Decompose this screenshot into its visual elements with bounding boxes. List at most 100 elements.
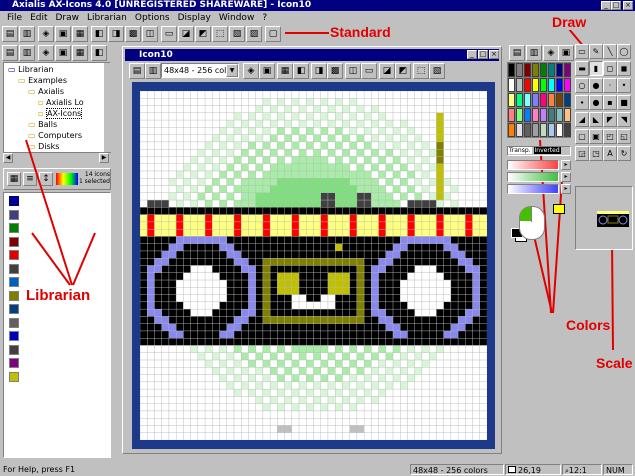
- palette-swatch[interactable]: [540, 93, 547, 107]
- right-color-swatch[interactable]: [553, 204, 565, 214]
- draw-tool-button[interactable]: ●: [589, 95, 603, 110]
- draw-tool-button[interactable]: ▣: [589, 129, 603, 144]
- draw-tool-button[interactable]: ◳: [589, 146, 603, 161]
- palette-swatch[interactable]: [532, 108, 539, 122]
- format-select[interactable]: 48x48 - 256 colors ▼: [161, 63, 239, 78]
- document-button-3[interactable]: ◈: [243, 63, 259, 79]
- doc-minimize-button[interactable]: _: [467, 50, 477, 59]
- palette-swatch[interactable]: [532, 93, 539, 107]
- palette-swatch[interactable]: [524, 78, 531, 92]
- color-slider[interactable]: [507, 184, 559, 194]
- draw-tool-button[interactable]: ▢: [575, 129, 589, 144]
- palette-swatch[interactable]: [540, 78, 547, 92]
- palette-swatch[interactable]: [532, 78, 539, 92]
- draw-tool-button[interactable]: ▮: [589, 61, 603, 76]
- draw-tool-button[interactable]: ▪: [603, 95, 617, 110]
- draw-tool-button[interactable]: ◤: [603, 112, 617, 127]
- draw-tool-button[interactable]: ◰: [603, 129, 617, 144]
- document-button-10[interactable]: ▭: [361, 63, 377, 79]
- pixel-art[interactable]: [139, 90, 488, 441]
- draw-tool-button[interactable]: ◼: [617, 61, 631, 76]
- draw-tool-button[interactable]: ∙: [575, 95, 589, 110]
- colors-button-4[interactable]: ▣: [558, 45, 574, 61]
- pixel-editor-grid[interactable]: [139, 90, 488, 441]
- palette-swatch[interactable]: [556, 123, 563, 137]
- palette-swatch[interactable]: [540, 63, 547, 77]
- colors-button-2[interactable]: ▥: [526, 45, 542, 61]
- draw-tool-button[interactable]: •: [617, 78, 631, 93]
- palette-swatch[interactable]: [564, 78, 571, 92]
- draw-tool-button[interactable]: ■: [617, 95, 631, 110]
- document-button-11[interactable]: ◪: [379, 63, 395, 79]
- palette-swatch[interactable]: [532, 63, 539, 77]
- palette-swatch[interactable]: [548, 93, 555, 107]
- document-button-2[interactable]: ▥: [145, 63, 161, 79]
- palette-swatch[interactable]: [564, 93, 571, 107]
- palette-swatch[interactable]: [516, 123, 523, 137]
- palette-swatch[interactable]: [564, 108, 571, 122]
- palette-swatch[interactable]: [532, 123, 539, 137]
- document-button-5[interactable]: ▦: [277, 63, 293, 79]
- palette-swatch[interactable]: [548, 78, 555, 92]
- palette-swatch[interactable]: [516, 108, 523, 122]
- document-button-8[interactable]: ▩: [327, 63, 343, 79]
- palette-swatch[interactable]: [556, 78, 563, 92]
- palette-swatch[interactable]: [508, 93, 515, 107]
- palette-swatch[interactable]: [548, 123, 555, 137]
- document-button-4[interactable]: ▣: [259, 63, 275, 79]
- document-button-12[interactable]: ◩: [395, 63, 411, 79]
- draw-tool-button[interactable]: ◢: [575, 112, 589, 127]
- palette-swatch[interactable]: [516, 93, 523, 107]
- color-slider[interactable]: [507, 160, 559, 170]
- palette-swatch[interactable]: [508, 63, 515, 77]
- draw-tool-button[interactable]: ○: [575, 78, 589, 93]
- document-button-14[interactable]: ▧: [429, 63, 445, 79]
- draw-tool-button[interactable]: ◲: [575, 146, 589, 161]
- palette-swatch[interactable]: [516, 63, 523, 77]
- palette-swatch[interactable]: [548, 63, 555, 77]
- color-slider[interactable]: [507, 172, 559, 182]
- draw-tool-button[interactable]: ▬: [575, 61, 589, 76]
- palette-swatch[interactable]: [524, 123, 531, 137]
- draw-tool-button[interactable]: ◯: [617, 44, 631, 59]
- palette-swatch[interactable]: [564, 123, 571, 137]
- slider-arrow[interactable]: ▸: [561, 160, 571, 170]
- draw-tool-button[interactable]: ◱: [617, 129, 631, 144]
- draw-tool-button[interactable]: A: [603, 146, 617, 161]
- slider-arrow[interactable]: ▸: [561, 184, 571, 194]
- palette-swatch[interactable]: [508, 78, 515, 92]
- doc-maximize-button[interactable]: □: [478, 50, 488, 59]
- draw-tool-button[interactable]: ↻: [617, 146, 631, 161]
- palette-swatch[interactable]: [556, 108, 563, 122]
- palette-swatch[interactable]: [508, 123, 515, 137]
- slider-arrow[interactable]: ▸: [561, 172, 571, 182]
- draw-tool-button[interactable]: ●: [589, 78, 603, 93]
- document-button-9[interactable]: ◫: [345, 63, 361, 79]
- doc-close-button[interactable]: ×: [489, 50, 499, 59]
- palette-swatch[interactable]: [548, 108, 555, 122]
- document-button-1[interactable]: ▤: [129, 63, 145, 79]
- document-button-7[interactable]: ◨: [311, 63, 327, 79]
- draw-tool-button[interactable]: ╲: [603, 44, 617, 59]
- palette-swatch[interactable]: [524, 93, 531, 107]
- draw-tool-button[interactable]: ◥: [617, 112, 631, 127]
- palette-swatch[interactable]: [556, 93, 563, 107]
- document-button-13[interactable]: ⬚: [413, 63, 429, 79]
- draw-tool-button[interactable]: ◣: [589, 112, 603, 127]
- palette-swatch[interactable]: [524, 63, 531, 77]
- draw-tool-button[interactable]: ·: [603, 78, 617, 93]
- palette-swatch[interactable]: [524, 108, 531, 122]
- transparency-bar[interactable]: Transp. Inverted: [507, 146, 571, 156]
- palette-swatch[interactable]: [508, 108, 515, 122]
- palette-swatch[interactable]: [556, 63, 563, 77]
- inverted-label[interactable]: Inverted: [533, 147, 561, 154]
- draw-tool-button[interactable]: ▭: [575, 44, 589, 59]
- palette-swatch[interactable]: [540, 108, 547, 122]
- palette-swatch[interactable]: [540, 123, 547, 137]
- colors-button-1[interactable]: ▤: [509, 45, 525, 61]
- palette-swatch[interactable]: [564, 63, 571, 77]
- draw-tool-button[interactable]: ◻: [603, 61, 617, 76]
- draw-tool-button[interactable]: ✎: [589, 44, 603, 59]
- colors-button-3[interactable]: ◈: [543, 45, 559, 61]
- palette-swatch[interactable]: [516, 78, 523, 92]
